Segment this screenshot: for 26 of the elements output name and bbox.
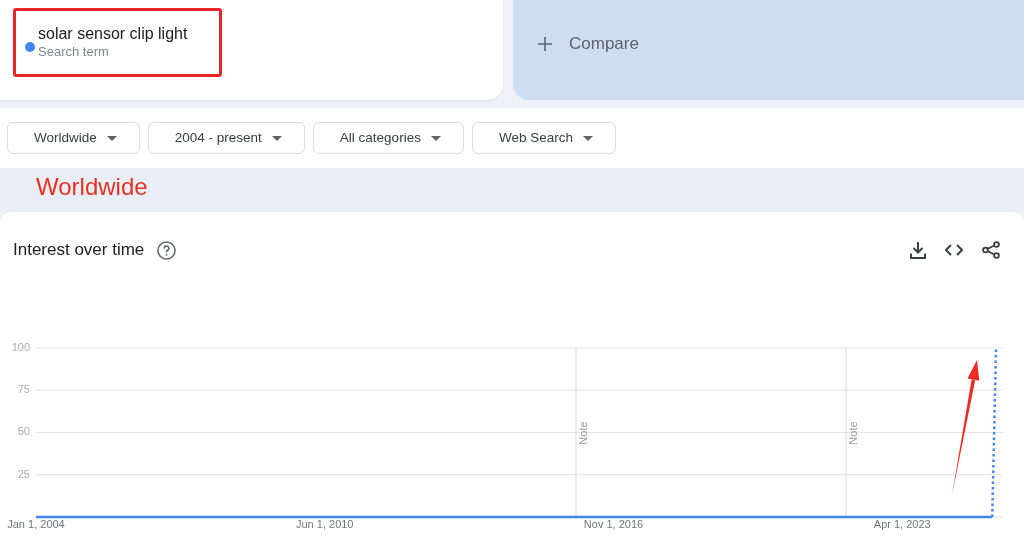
y-axis-label: 100 xyxy=(11,340,30,353)
caret-icon xyxy=(271,135,282,141)
annotation-label: Worldwide xyxy=(36,175,148,199)
caret-icon xyxy=(430,135,441,141)
share-icon[interactable] xyxy=(982,241,1000,259)
caret-icon xyxy=(106,135,117,141)
search-term-label[interactable]: solar sensor clip light xyxy=(38,24,188,44)
x-axis-label: Jan 1, 2004 xyxy=(7,517,65,530)
plus-icon xyxy=(538,37,552,51)
filter-dropdown[interactable]: Worldwide xyxy=(7,122,140,154)
x-axis-label: Apr 1, 2023 xyxy=(873,517,931,530)
chart-title: Interest over time xyxy=(13,239,145,262)
x-axis-label: Nov 1, 2016 xyxy=(583,517,644,530)
filter-dropdown[interactable]: All categories xyxy=(312,122,464,154)
help-icon[interactable] xyxy=(157,240,177,260)
y-axis-label: 25 xyxy=(17,467,30,480)
filter-dropdown[interactable]: 2004 - present xyxy=(147,122,305,154)
filter-dropdown[interactable]: Web Search xyxy=(471,122,616,154)
y-axis-label: 75 xyxy=(17,383,30,396)
compare-button[interactable]: Compare xyxy=(513,0,1024,100)
search-term-caption: Search term xyxy=(38,44,110,60)
x-axis-label: Jun 1, 2010 xyxy=(296,517,354,530)
download-icon[interactable] xyxy=(910,241,926,259)
caret-icon xyxy=(582,135,593,141)
y-axis-label: 50 xyxy=(17,425,30,438)
code-icon[interactable] xyxy=(945,244,963,256)
